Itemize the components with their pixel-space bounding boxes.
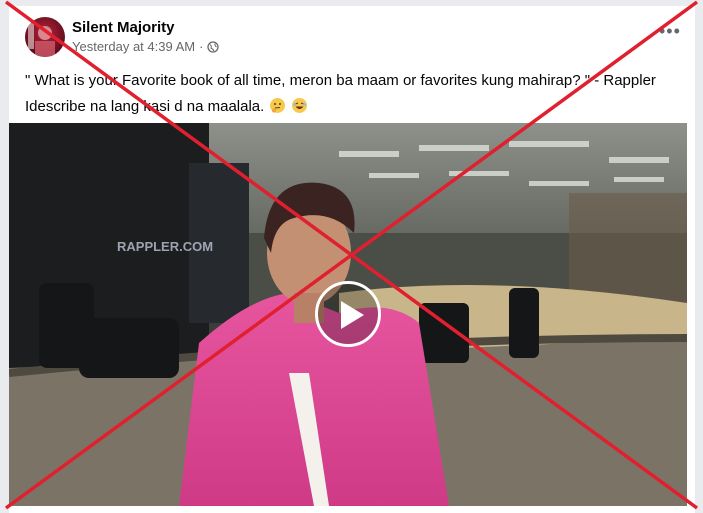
globe-icon[interactable] xyxy=(207,40,220,53)
caption-line-1: " What is your Favorite book of all time… xyxy=(25,72,656,89)
caption-line-2-text: Idescribe na lang kasi d na maalala. xyxy=(25,98,265,115)
play-icon[interactable] xyxy=(315,281,381,347)
more-options-icon[interactable]: ••• xyxy=(659,22,681,40)
facebook-post-card: Silent Majority Yesterday at 4:39 AM · •… xyxy=(9,6,695,513)
caption-line-2: Idescribe na lang kasi d na maalala. xyxy=(25,94,685,120)
thinking-face-emoji xyxy=(270,98,286,113)
timestamp[interactable]: Yesterday at 4:39 AM xyxy=(72,39,195,54)
laughing-face-emoji xyxy=(291,98,307,113)
play-triangle-icon xyxy=(341,301,364,329)
video-player[interactable]: RAPPLER.COM xyxy=(9,123,687,506)
author-name[interactable]: Silent Majority xyxy=(72,19,175,36)
post-meta: Yesterday at 4:39 AM · xyxy=(72,39,220,54)
avatar-image xyxy=(28,23,55,57)
meta-separator: · xyxy=(199,39,204,54)
background-sign: RAPPLER.COM xyxy=(117,239,213,254)
avatar[interactable] xyxy=(25,17,65,57)
post-caption: " What is your Favorite book of all time… xyxy=(25,68,685,120)
